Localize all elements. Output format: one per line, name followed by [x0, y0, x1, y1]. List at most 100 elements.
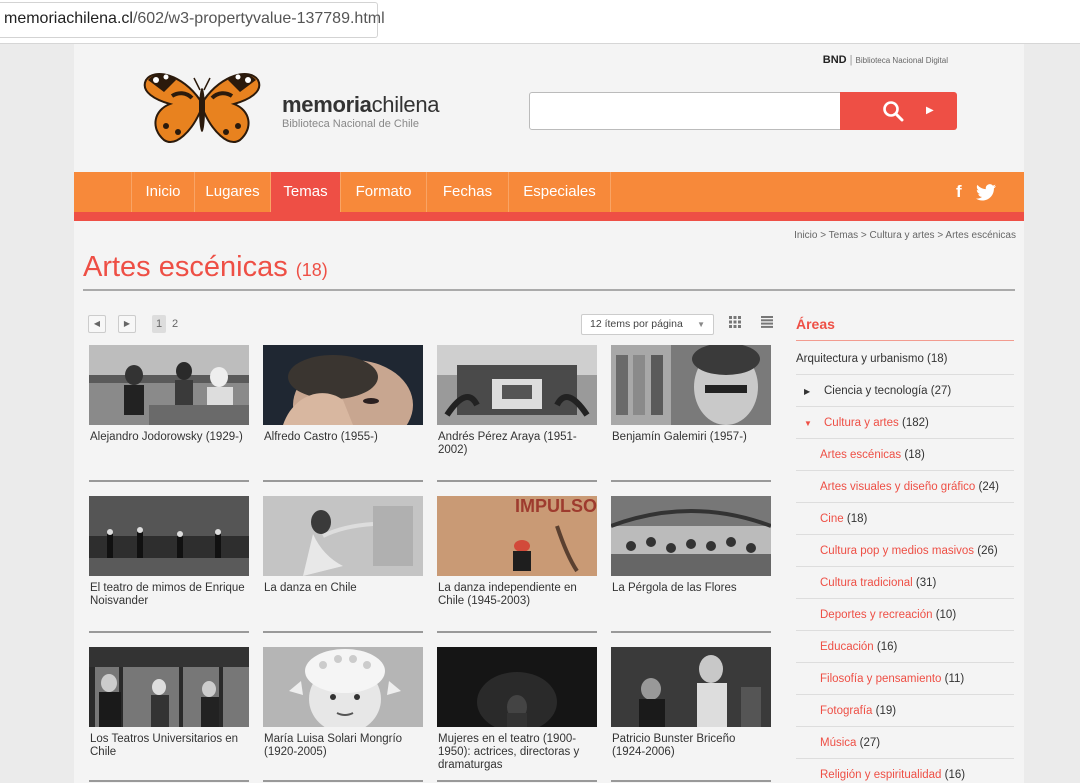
next-page-button[interactable]: ▶ [118, 315, 136, 333]
area-item-artes-escenicas[interactable]: Artes escénicas (18) [796, 440, 1014, 471]
card-caption[interactable]: Alfredo Castro (1955-) [263, 431, 423, 444]
twitter-icon[interactable] [976, 184, 996, 201]
area-count: (18) [904, 449, 925, 461]
card-image[interactable] [437, 345, 597, 425]
area-item-educacion[interactable]: Educación (16) [796, 632, 1014, 663]
right-gutter [1024, 44, 1080, 783]
nav-underline [74, 212, 1024, 221]
card-image[interactable]: IMPULSOS [437, 496, 597, 576]
nav-item-fechas[interactable]: Fechas [427, 172, 509, 212]
nav-item-temas[interactable]: Temas [271, 172, 341, 212]
card-caption[interactable]: La danza en Chile [263, 582, 423, 595]
area-item-arquitectura[interactable]: Arquitectura y urbanismo (18) [796, 344, 1014, 375]
card-image[interactable] [89, 647, 249, 727]
nav-item-formato[interactable]: Formato [341, 172, 427, 212]
card-teatros-universitarios[interactable]: Los Teatros Universitarios en Chile [89, 647, 249, 759]
card-caption[interactable]: Patricio Bunster Briceño (1924-2006) [611, 733, 771, 759]
brand-rest: chilena [371, 92, 440, 117]
site-logo-text[interactable]: memoriachilena Biblioteca Nacional de Ch… [282, 92, 440, 130]
card-bunster[interactable]: Patricio Bunster Briceño (1924-2006) [611, 647, 771, 759]
card-caption[interactable]: María Luisa Solari Mongrío (1920-2005) [263, 733, 423, 759]
area-item-cultura[interactable]: ▼ Cultura y artes (182) [796, 408, 1014, 439]
card-caption[interactable]: Mujeres en el teatro (1900-1950): actric… [437, 733, 597, 772]
card-image[interactable] [611, 647, 771, 727]
card-galemiri[interactable]: Benjamín Galemiri (1957-) [611, 345, 771, 444]
card-mujeres-teatro[interactable]: Mujeres en el teatro (1900-1950): actric… [437, 647, 597, 772]
area-count: (24) [978, 481, 999, 493]
card-danza-independiente[interactable]: IMPULSOS La danza independiente en Chile… [437, 496, 597, 608]
area-item-cultura-pop[interactable]: Cultura pop y medios masivos (26) [796, 536, 1014, 567]
card-divider [263, 480, 423, 482]
card-jodorowsky[interactable]: Alejandro Jodorowsky (1929-) [89, 345, 249, 444]
card-divider [611, 780, 771, 782]
caret-down-icon: ▼ [804, 419, 812, 428]
area-item-religion[interactable]: Religión y espiritualidad (16) [796, 760, 1014, 783]
card-caption[interactable]: Andrés Pérez Araya (1951-2002) [437, 431, 597, 457]
card-divider [263, 780, 423, 782]
prev-page-button[interactable]: ◀ [88, 315, 106, 333]
area-label: Religión y espiritualidad [820, 769, 942, 781]
nav-item-inicio[interactable]: Inicio [131, 172, 195, 212]
search-button[interactable]: ▶ [840, 92, 957, 130]
areas-divider [796, 340, 1014, 341]
search-input[interactable] [529, 92, 841, 130]
title-divider [83, 289, 1015, 291]
grid-view-icon[interactable] [724, 314, 745, 335]
area-count: (182) [901, 417, 929, 429]
area-item-cultura-tradicional[interactable]: Cultura tradicional (31) [796, 568, 1014, 599]
page-number-2[interactable]: 2 [168, 315, 182, 333]
search-bar: ▶ [529, 92, 957, 130]
area-count: (10) [935, 609, 957, 621]
card-image[interactable] [263, 647, 423, 727]
breadcrumb[interactable]: Inicio > Temas > Cultura y artes > Artes… [794, 230, 1016, 241]
nav-item-especiales[interactable]: Especiales [509, 172, 611, 212]
bnd-link[interactable]: BND | Biblioteca Nacional Digital [823, 54, 948, 66]
area-item-ciencia[interactable]: ▶ Ciencia y tecnología (27) [796, 376, 1014, 407]
card-perez-araya[interactable]: Andrés Pérez Araya (1951-2002) [437, 345, 597, 457]
bnd-sub: Biblioteca Nacional Digital [855, 56, 949, 65]
card-caption[interactable]: El teatro de mimos de Enrique Noisvander [89, 582, 249, 608]
page-title: Artes escénicas (18) [83, 251, 328, 284]
area-item-cine[interactable]: Cine (18) [796, 504, 1014, 535]
card-image[interactable] [89, 496, 249, 576]
area-item-deportes[interactable]: Deportes y recreación (10) [796, 600, 1014, 631]
card-solari[interactable]: María Luisa Solari Mongrío (1920-2005) [263, 647, 423, 759]
card-image[interactable] [263, 345, 423, 425]
card-caption[interactable]: La danza independiente en Chile (1945-20… [437, 582, 597, 608]
area-label: Fotografía [820, 705, 873, 717]
area-item-filosofia[interactable]: Filosofía y pensamiento (11) [796, 664, 1014, 695]
items-per-page-select[interactable]: 12 ítems por página ▼ [581, 314, 714, 335]
page: BND | Biblioteca Nacional Digital memoriac… [74, 44, 1024, 783]
card-pergola-flores[interactable]: La Pérgola de las Flores [611, 496, 771, 595]
card-danza-chile[interactable]: La danza en Chile [263, 496, 423, 595]
area-item-musica[interactable]: Música (27) [796, 728, 1014, 759]
area-count: (26) [977, 545, 998, 557]
card-caption[interactable]: La Pérgola de las Flores [611, 582, 771, 595]
facebook-icon[interactable]: f [956, 182, 962, 202]
areas-heading: Áreas [796, 316, 835, 332]
page-title-text: Artes escénicas [83, 251, 288, 283]
card-image[interactable] [89, 345, 249, 425]
page-number-1[interactable]: 1 [152, 315, 166, 333]
nav-item-lugares[interactable]: Lugares [195, 172, 271, 212]
caret-right-icon: ▶ [804, 387, 811, 396]
card-caption[interactable]: Alejandro Jodorowsky (1929-) [89, 431, 249, 444]
list-view-icon[interactable] [756, 314, 777, 335]
card-image[interactable] [437, 647, 597, 727]
area-count: (19) [875, 705, 897, 717]
card-image[interactable] [263, 496, 423, 576]
butterfly-logo-icon[interactable] [142, 70, 262, 144]
area-count: (18) [927, 353, 948, 365]
area-item-artes-visuales[interactable]: Artes visuales y diseño gráfico (24) [796, 472, 1014, 503]
browser-address-bar[interactable]: memoriachilena.cl/602/w3-propertyvalue-1… [0, 0, 1080, 44]
area-item-fotografia[interactable]: Fotografía (19) [796, 696, 1014, 727]
card-castro[interactable]: Alfredo Castro (1955-) [263, 345, 423, 444]
card-image[interactable] [611, 345, 771, 425]
bnd-label: BND [822, 54, 847, 66]
area-label: Cine [820, 513, 844, 525]
card-caption[interactable]: Benjamín Galemiri (1957-) [611, 431, 771, 444]
card-image[interactable] [611, 496, 771, 576]
caret-right-icon: ▶ [926, 105, 934, 116]
card-mimos-noisvander[interactable]: El teatro de mimos de Enrique Noisvander [89, 496, 249, 608]
card-caption[interactable]: Los Teatros Universitarios en Chile [89, 733, 249, 759]
